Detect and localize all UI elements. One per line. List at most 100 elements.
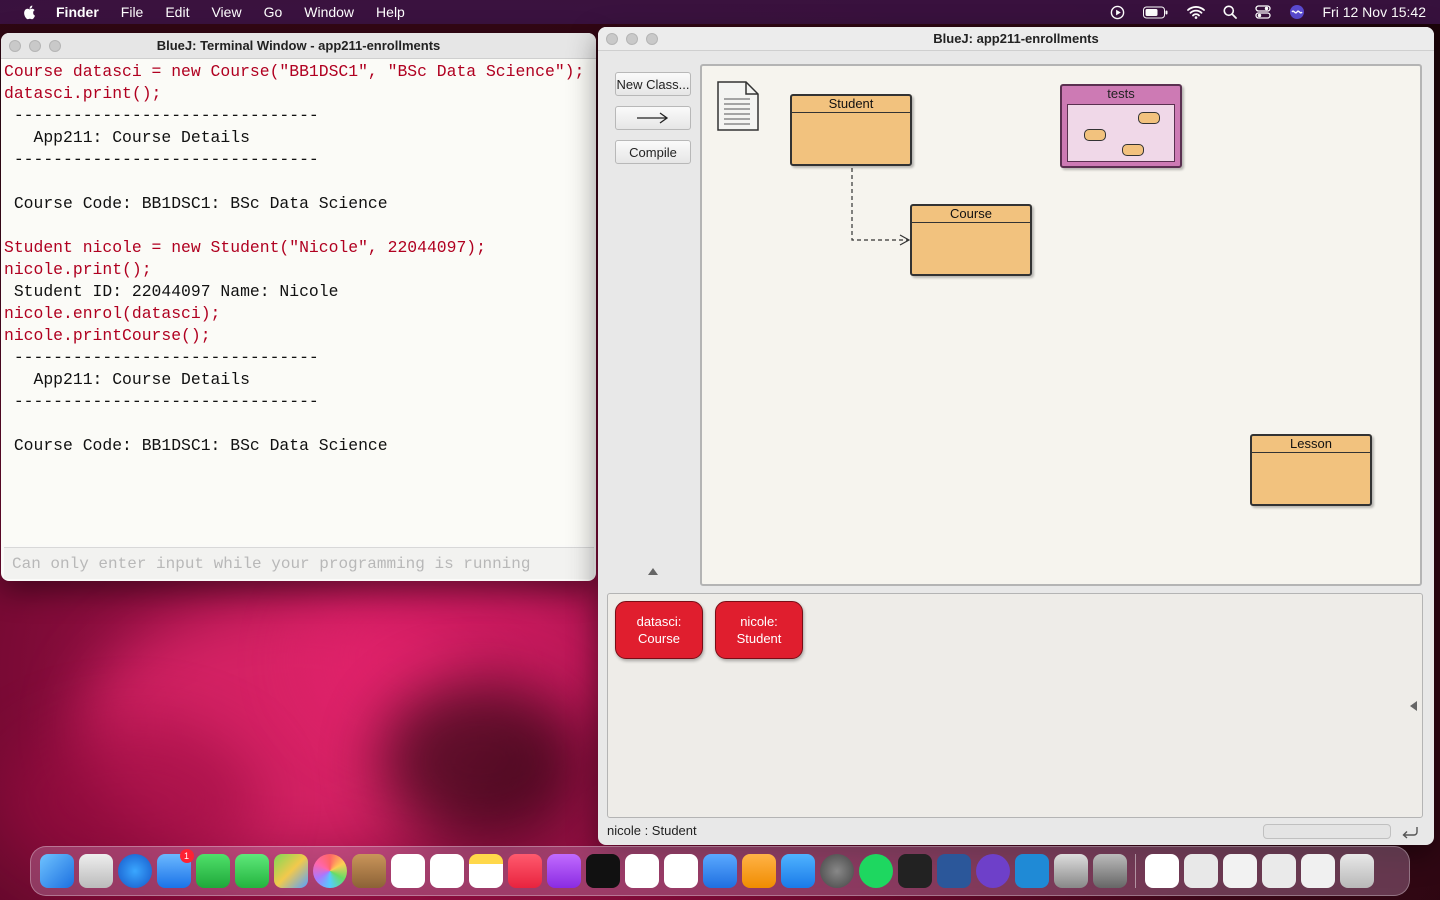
word-icon[interactable] — [936, 854, 971, 888]
music-icon[interactable] — [507, 854, 542, 888]
close-window-button[interactable] — [9, 40, 21, 52]
terminal-line: datasci.print(); — [4, 84, 162, 103]
terminal-window: BlueJ: Terminal Window - app211-enrollme… — [1, 33, 596, 581]
trash-icon[interactable] — [1339, 854, 1374, 888]
class-course[interactable]: Course — [910, 204, 1032, 276]
zoom-window-button[interactable] — [646, 33, 658, 45]
object-bench[interactable]: datasci: Course nicole: Student — [607, 593, 1423, 818]
calendar-icon[interactable] — [390, 854, 425, 888]
menu-window[interactable]: Window — [304, 4, 354, 20]
terminal-line: Student ID: 22044097 Name: Nicole — [4, 282, 339, 301]
terminal-line: App211: Course Details — [4, 128, 250, 147]
terminal-line: ------------------------------- — [4, 150, 319, 169]
zoom-window-button[interactable] — [49, 40, 61, 52]
menu-edit[interactable]: Edit — [165, 4, 189, 20]
apple-logo-icon[interactable] — [22, 4, 38, 20]
app-store-icon[interactable] — [780, 854, 815, 888]
minimize-window-button[interactable] — [626, 33, 638, 45]
terminal-line: App211: Course Details — [4, 370, 250, 389]
news-icon[interactable] — [624, 854, 659, 888]
pages-icon[interactable] — [741, 854, 776, 888]
terminal-output[interactable]: Course datasci = new Course("BB1DSC1", "… — [1, 59, 596, 545]
menu-help[interactable]: Help — [376, 4, 405, 20]
menu-go[interactable]: Go — [264, 4, 283, 20]
object-name: datasci: — [636, 614, 682, 629]
terminal-input-field[interactable]: Can only enter input while your programm… — [4, 547, 594, 579]
messages-icon[interactable] — [234, 854, 269, 888]
triangle-up-icon[interactable] — [647, 567, 659, 576]
facetime-icon[interactable] — [195, 854, 230, 888]
system-preferences-icon[interactable] — [819, 854, 854, 888]
object-datasci[interactable]: datasci: Course — [615, 601, 703, 659]
package-tests-label: tests — [1107, 86, 1135, 101]
launchpad-icon[interactable] — [78, 854, 113, 888]
numbers-icon[interactable] — [663, 854, 698, 888]
menu-bar: Finder File Edit View Go Window Help Fri… — [0, 0, 1440, 24]
menu-view[interactable]: View — [211, 4, 241, 20]
terminal-line: Course Code: BB1DSC1: BSc Data Science — [4, 436, 388, 455]
terminal-line: nicole.printCourse(); — [4, 326, 211, 345]
keynote-icon[interactable] — [702, 854, 737, 888]
class-lesson[interactable]: Lesson — [1250, 434, 1372, 506]
menu-finder[interactable]: Finder — [56, 4, 99, 20]
main-titlebar[interactable]: BlueJ: app211-enrollments — [598, 27, 1434, 51]
bluej-terminal-icon[interactable] — [1092, 854, 1127, 888]
menu-file[interactable]: File — [121, 4, 144, 20]
control-center-icon[interactable] — [1254, 5, 1271, 19]
siri-icon[interactable] — [1289, 4, 1305, 20]
maps-icon[interactable] — [273, 854, 308, 888]
new-inheritance-arrow-button[interactable] — [615, 106, 691, 130]
photos-icon[interactable] — [312, 854, 347, 888]
terminal-line: Course Code: BB1DSC1: BSc Data Science — [4, 194, 388, 213]
vscode-icon[interactable] — [1014, 854, 1049, 888]
class-lesson-label: Lesson — [1252, 436, 1370, 453]
terminal-titlebar[interactable]: BlueJ: Terminal Window - app211-enrollme… — [1, 33, 596, 59]
package-tests[interactable]: tests — [1060, 84, 1182, 168]
close-window-button[interactable] — [606, 33, 618, 45]
safari-icon[interactable] — [117, 854, 152, 888]
screen-record-icon[interactable] — [1110, 5, 1125, 20]
minimize-window-button[interactable] — [29, 40, 41, 52]
object-type: Student — [736, 631, 782, 646]
terminal-title: BlueJ: Terminal Window - app211-enrollme… — [156, 38, 441, 53]
compile-button[interactable]: Compile — [615, 140, 691, 164]
dock: 1 — [30, 846, 1410, 896]
minimized-window-icon[interactable] — [1261, 854, 1296, 888]
battery-icon[interactable] — [1142, 6, 1169, 19]
status-bar-text: nicole : Student — [607, 823, 697, 838]
triangle-left-icon[interactable] — [1409, 700, 1418, 712]
spotify-icon[interactable] — [858, 854, 893, 888]
object-type: Course — [638, 631, 680, 646]
class-course-label: Course — [912, 206, 1030, 223]
contacts-icon[interactable] — [351, 854, 386, 888]
wifi-icon[interactable] — [1186, 5, 1205, 19]
reset-vm-icon[interactable] — [1401, 824, 1419, 839]
minimized-window-icon[interactable] — [1300, 854, 1335, 888]
mail-icon[interactable]: 1 — [156, 849, 194, 888]
notes-icon[interactable] — [468, 854, 503, 888]
terminal-line: ------------------------------- — [4, 106, 319, 125]
class-student[interactable]: Student — [790, 94, 912, 166]
class-student-label: Student — [792, 96, 910, 113]
mail-badge-icon: 1 — [179, 849, 194, 863]
spotlight-search-icon[interactable] — [1223, 5, 1237, 19]
object-nicole[interactable]: nicole: Student — [715, 601, 803, 659]
progress-bar — [1263, 824, 1391, 839]
podcasts-icon[interactable] — [546, 854, 581, 888]
reminders-icon[interactable] — [429, 854, 464, 888]
minimized-window-icon[interactable] — [1183, 854, 1218, 888]
activity-monitor-icon[interactable] — [897, 854, 932, 888]
github-desktop-icon[interactable] — [975, 854, 1010, 888]
bluej-icon[interactable] — [1053, 854, 1088, 888]
minimized-window-icon[interactable] — [1222, 854, 1257, 888]
terminal-line: Course datasci = new Course("BB1DSC1", "… — [4, 62, 585, 81]
apple-tv-icon[interactable] — [585, 854, 620, 888]
menu-clock[interactable]: Fri 12 Nov 15:42 — [1323, 4, 1427, 20]
new-class-button[interactable]: New Class... — [615, 72, 691, 96]
class-diagram-canvas[interactable]: Student Course Lesson tests — [700, 64, 1422, 586]
main-title: BlueJ: app211-enrollments — [933, 31, 1099, 46]
vscode-window-icon[interactable] — [1144, 854, 1179, 888]
terminal-line: nicole.print(); — [4, 260, 152, 279]
finder-icon[interactable] — [39, 854, 74, 888]
